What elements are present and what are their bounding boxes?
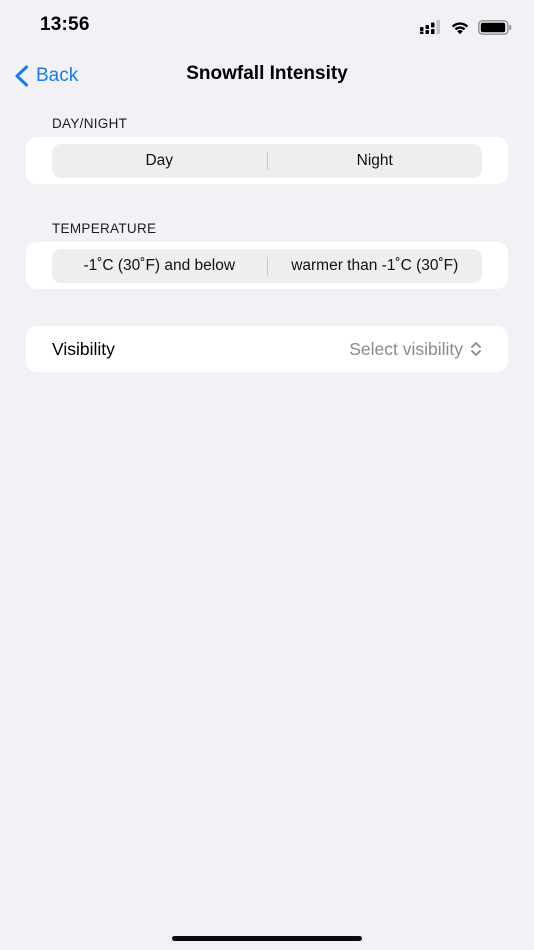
visibility-row: Visibility Select visibility — [26, 326, 508, 372]
day-night-header: DAY/NIGHT — [52, 116, 128, 131]
segment-cold[interactable]: -1˚C (30˚F) and below — [52, 249, 267, 283]
temperature-card: -1˚C (30˚F) and below warmer than -1˚C (… — [26, 242, 508, 289]
wifi-icon — [451, 21, 469, 34]
nav-bar: Back Snowfall Intensity — [0, 54, 534, 98]
day-night-segmented-control: Day Night — [52, 144, 482, 178]
page-title: Snowfall Intensity — [186, 63, 348, 84]
status-time: 13:56 — [40, 14, 90, 35]
visibility-card: Visibility Select visibility — [26, 326, 508, 372]
status-bar: 13:56 — [0, 0, 534, 54]
day-night-card: Day Night — [26, 137, 508, 184]
visibility-value: Select visibility — [349, 338, 463, 359]
temperature-segmented-control: -1˚C (30˚F) and below warmer than -1˚C (… — [52, 249, 482, 283]
visibility-label: Visibility — [52, 338, 115, 359]
temperature-header: TEMPERATURE — [52, 221, 157, 236]
battery-icon — [478, 19, 512, 35]
status-icons — [420, 18, 512, 36]
chevron-up-down-icon — [471, 342, 481, 356]
segment-night[interactable]: Night — [268, 144, 483, 178]
home-indicator — [172, 936, 362, 941]
visibility-picker[interactable]: Select visibility — [349, 339, 482, 360]
segment-warm[interactable]: warmer than -1˚C (30˚F) — [268, 249, 483, 283]
segment-day[interactable]: Day — [52, 144, 267, 178]
signal-icon — [420, 20, 440, 34]
